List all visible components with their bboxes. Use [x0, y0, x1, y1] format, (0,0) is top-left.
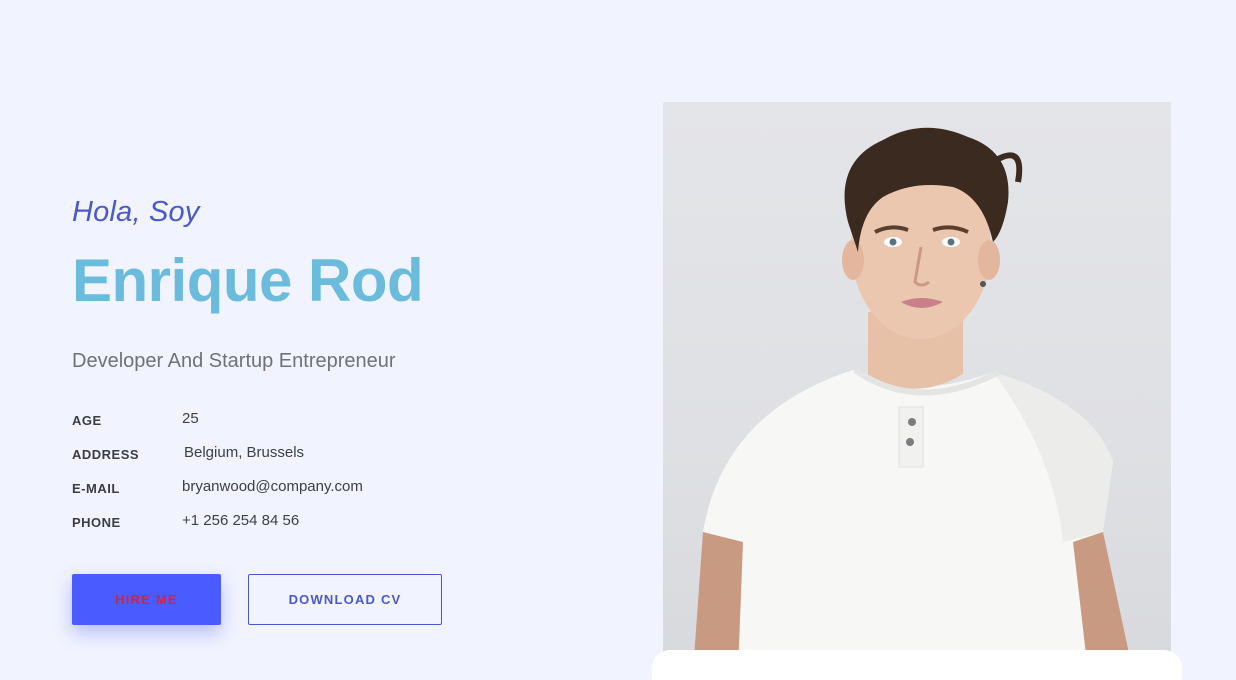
- info-value: 25: [182, 410, 199, 427]
- job-title: Developer And Startup Entrepreneur: [72, 350, 396, 372]
- info-label: E-MAIL: [72, 481, 120, 496]
- profile-photo: [663, 102, 1171, 672]
- info-row-email: E-MAIL bryanwood@company.com: [72, 478, 512, 498]
- bottom-card: [652, 650, 1182, 680]
- info-label: ADDRESS: [72, 447, 140, 462]
- hire-me-button[interactable]: HIRE ME: [72, 574, 221, 625]
- info-value: +1 256 254 84 56: [182, 512, 300, 529]
- info-row-phone: PHONE +1 256 254 84 56: [72, 512, 512, 532]
- info-label: AGE: [72, 413, 102, 428]
- info-label: PHONE: [72, 515, 121, 530]
- person-name: Enrique Rod: [72, 247, 424, 314]
- greeting-text: Hola, Soy: [72, 196, 200, 228]
- hero-section: Hola, Soy Enrique Rod Developer And Star…: [0, 0, 1236, 680]
- info-value: Belgium, Brussels: [184, 444, 305, 461]
- info-row-age: AGE 25: [72, 410, 512, 430]
- info-row-address: ADDRESS Belgium, Brussels: [72, 444, 512, 464]
- info-value: bryanwood@company.com: [182, 478, 363, 495]
- download-cv-button[interactable]: DOWNLOAD CV: [248, 574, 442, 625]
- portrait-illustration: [693, 127, 1133, 672]
